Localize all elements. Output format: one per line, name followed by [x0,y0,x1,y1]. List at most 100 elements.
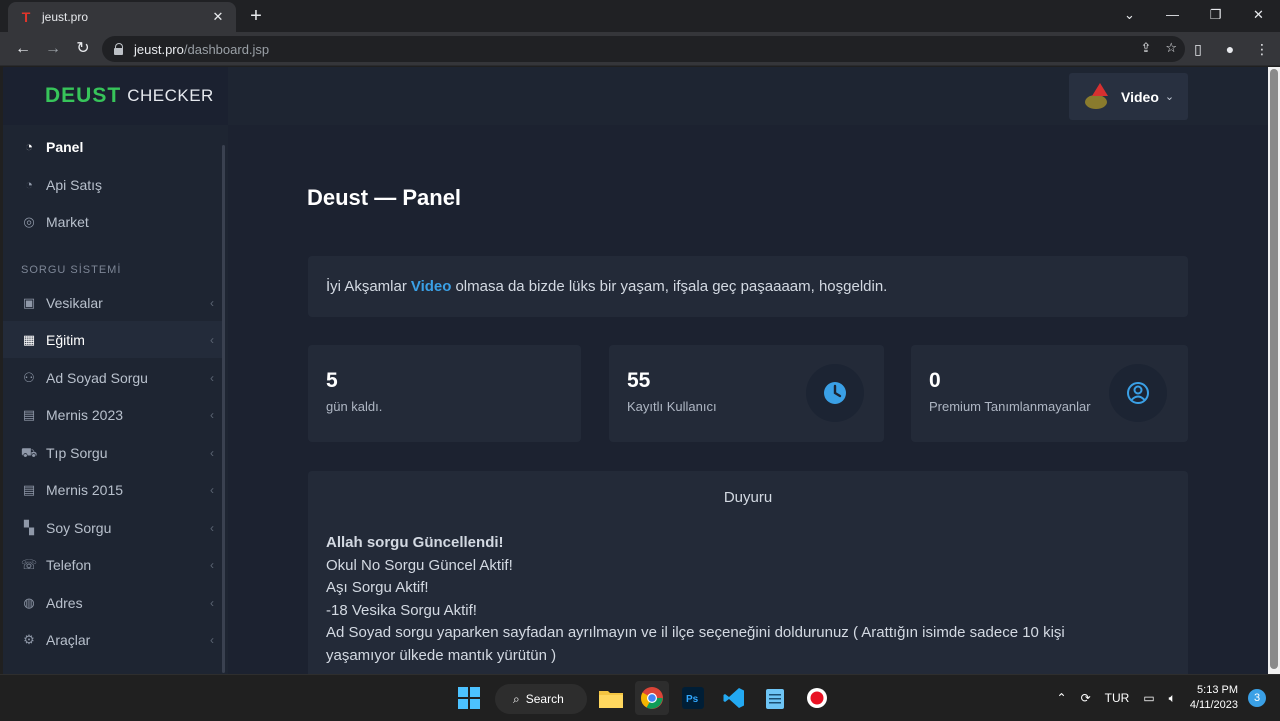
announcement-line: yaşamıyor ülkede mantık yürütün ) [326,646,557,664]
tree-icon: ▚ [24,519,34,535]
profile-icon[interactable]: ● [1220,38,1240,60]
volume-icon[interactable]: 🔈︎ [1169,691,1176,706]
chevron-up-icon[interactable]: ⌃ [1057,691,1067,705]
users-icon: ⚇ [23,369,35,385]
sync-icon[interactable]: ⟳ [1081,691,1091,705]
announcement-line: Allah sorgu Güncellendi! [326,534,504,551]
file-explorer-icon[interactable] [594,681,628,715]
photoshop-icon[interactable]: Ps [676,681,710,715]
sidebar-item-mernis-2023[interactable]: ▤ Mernis 2023 ‹ [3,396,222,433]
clock[interactable]: 5:13 PM 4/11/2023 [1190,683,1238,713]
system-tray: ⌃ ⟳ TUR ▭ 🔈︎ 5:13 PM 4/11/2023 3 [1057,675,1280,721]
browser-tab[interactable]: T jeust.pro ✕ [8,2,236,32]
top-bar: Video ⌄ [228,67,1268,125]
sidebar-item-soy-sorgu[interactable]: ▚ Soy Sorgu ‹ [3,509,222,546]
user-circle-icon [1109,364,1167,422]
stat-card-days-left: 5 gün kaldı. [308,345,581,442]
menu-kebab-icon[interactable]: ⋮ [1252,38,1272,60]
sidebar-item-label: Araçlar [46,631,91,648]
user-name: Video [1121,88,1159,105]
stat-value: 5 [326,369,338,392]
screen-recorder-icon[interactable] [800,681,834,715]
toolbar-right-actions: ▯ ● ⋮ [1188,38,1272,60]
sidebar-item-vesikalar[interactable]: ▣ Vesikalar ‹ [3,284,222,321]
gauge-icon: ◔ [25,176,33,192]
sidebar-scrollbar[interactable] [222,145,225,673]
bookmark-star-icon[interactable]: ☆ [1165,40,1177,56]
close-tab-icon[interactable]: ✕ [210,9,226,25]
user-menu-button[interactable]: Video ⌄ [1069,73,1188,120]
chevron-left-icon: ‹ [210,407,214,422]
clock-icon [806,364,864,422]
sidebar-item-panel[interactable]: ◔ Panel [3,128,222,165]
taskbar: ⌕ Search Ps ⌃ ⟳ TUR ▭ 🔈︎ 5:13 PM 4/11/20… [0,674,1280,720]
sidebar-item-egitim[interactable]: ▦ Eğitim ‹ [3,321,222,358]
share-icon[interactable]: ⇪ [1140,40,1151,56]
web-page: DEUST CHECKER ◔ Panel ◔ Api Satış ◎ Mark… [3,67,1268,674]
close-window-icon[interactable]: ✕ [1237,0,1280,32]
sidebar-item-label: Mernis 2015 [46,481,124,498]
notepad-icon[interactable] [758,681,792,715]
chevron-left-icon: ‹ [210,595,214,610]
sidebar-item-tip-sorgu[interactable]: ⛟ Tıp Sorgu ‹ [3,434,222,471]
chevron-left-icon: ‹ [210,332,214,347]
address-bar[interactable]: jeust.pro /dashboard.jsp ⇪ ☆ [102,36,1185,62]
address-bar-actions: ⇪ ☆ [1140,40,1177,56]
globe-icon: ◍ [23,594,35,610]
lock-icon[interactable] [114,43,124,55]
sidebar-item-adres[interactable]: ◍ Adres ‹ [3,584,222,621]
announcement-line: Ad Soyad sorgu yaparken sayfadan ayrılma… [326,624,1065,641]
announcement-card: Duyuru Allah sorgu Güncellendi! Okul No … [308,471,1188,674]
chevron-left-icon: ‹ [210,295,214,310]
sidebar-item-api-satis[interactable]: ◔ Api Satış [3,166,222,203]
start-button[interactable] [452,681,486,715]
taskbar-search[interactable]: ⌕ Search [495,684,587,714]
id-card-icon: ▤ [22,481,36,497]
side-panel-icon[interactable]: ▯ [1188,38,1208,60]
notification-badge[interactable]: 3 [1248,689,1266,707]
sidebar-item-ad-soyad-sorgu[interactable]: ⚇ Ad Soyad Sorgu ‹ [3,359,222,396]
announcement-line: Okul No Sorgu Güncel Aktif! [326,556,513,574]
sidebar-item-telefon[interactable]: ☏ Telefon ‹ [3,546,222,583]
sidebar-section-heading: SORGU SİSTEMİ [21,264,122,276]
check-circle-icon: ◎ [23,213,35,229]
reload-icon[interactable]: ↻ [72,38,94,60]
language-indicator[interactable]: TUR [1105,691,1130,705]
new-tab-icon[interactable]: + [246,5,266,27]
tab-search-icon[interactable]: ⌄ [1108,0,1151,32]
sidebar-item-market[interactable]: ◎ Market [3,203,222,240]
window-controls: ⌄ — ❐ ✕ [1108,0,1280,32]
back-icon[interactable]: ← [12,38,34,60]
brand-logo[interactable]: DEUST CHECKER [3,67,228,125]
chevron-left-icon: ‹ [210,632,214,647]
browser-tab-bar: T jeust.pro ✕ + ⌄ — ❐ ✕ [0,0,1280,32]
page-scrollbar[interactable] [1268,67,1280,674]
stat-card-registered-users: 55 Kayıtlı Kullanıcı [609,345,884,442]
welcome-user-link[interactable]: Video [411,278,452,295]
clock-time: 5:13 PM [1197,684,1238,696]
sidebar-item-label: Market [46,213,89,230]
svg-text:Ps: Ps [686,694,699,705]
chevron-left-icon: ‹ [210,557,214,572]
welcome-card: İyi Akşamlar Video olmasa da bizde lüks … [308,256,1188,317]
brand-name-main: DEUST [45,84,122,107]
scrollbar-thumb[interactable] [1270,69,1278,669]
camera-icon: ▣ [22,294,36,310]
url-host: jeust.pro [134,41,184,57]
sidebar-item-mernis-2015[interactable]: ▤ Mernis 2015 ‹ [3,471,222,508]
school-icon: ▦ [22,331,36,347]
clock-date: 4/11/2023 [1189,699,1238,711]
forward-icon[interactable]: → [42,38,64,60]
ambulance-icon: ⛟ [20,444,38,460]
sidebar-item-label: Eğitim [46,331,85,348]
announcement-line: Aşı Sorgu Aktif! [326,579,429,596]
announcement-line: -18 Vesika Sorgu Aktif! [326,601,477,619]
vscode-icon[interactable] [717,681,751,715]
network-icon[interactable]: ▭ [1143,691,1154,705]
chevron-down-icon: ⌄ [1164,91,1175,103]
chrome-icon[interactable] [635,681,669,715]
sidebar-item-araclar[interactable]: ⚙ Araçlar ‹ [3,621,222,658]
restore-icon[interactable]: ❐ [1194,0,1237,32]
favicon-icon: T [21,9,31,25]
minimize-icon[interactable]: — [1151,0,1194,32]
